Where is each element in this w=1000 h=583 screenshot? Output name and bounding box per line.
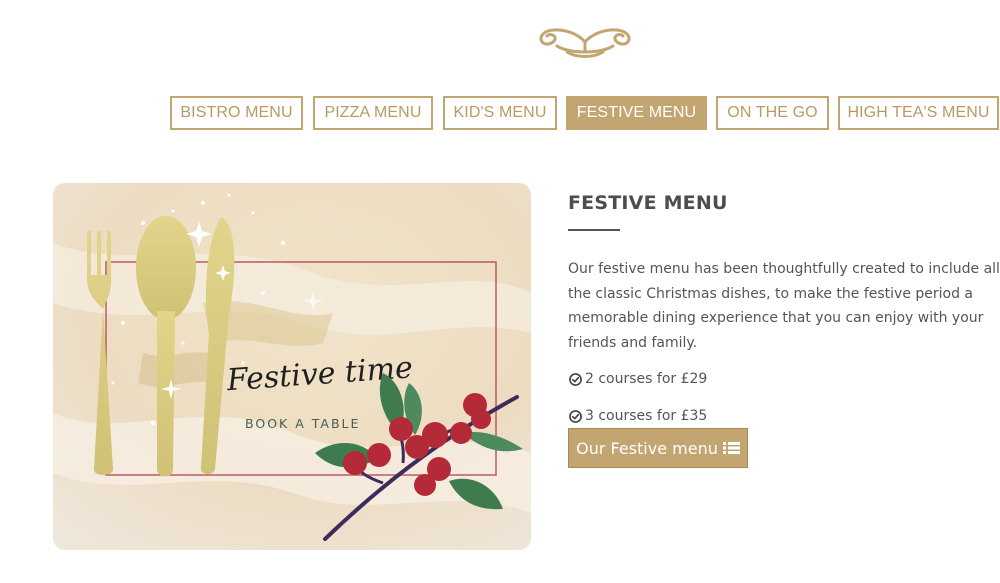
tab-label: KID'S MENU (453, 104, 547, 121)
tab-high-teas-menu[interactable]: HIGH TEA'S MENU (838, 96, 999, 130)
course-text: 2 courses for £29 (585, 371, 708, 387)
tab-pizza-menu[interactable]: PIZZA MENU (313, 96, 433, 130)
section-description: Our festive menu has been thoughtfully c… (568, 261, 1000, 351)
tab-label: BISTRO MENU (180, 104, 293, 121)
course-option: 3 courses for £35 (568, 406, 1000, 426)
tab-kids-menu[interactable]: KID'S MENU (443, 96, 557, 130)
festive-feature-image[interactable]: Festive time BOOK A TABLE (53, 183, 531, 550)
course-text: 3 courses for £35 (585, 408, 708, 424)
tab-label: HIGH TEA'S MENU (847, 104, 990, 121)
button-label: Our Festive menu (576, 438, 718, 458)
title-underline (568, 229, 620, 231)
check-circle-icon (569, 409, 582, 423)
tab-bistro-menu[interactable]: BISTRO MENU (170, 96, 303, 130)
tab-label: FESTIVE MENU (576, 104, 697, 121)
tab-festive-menu[interactable]: FESTIVE MENU (566, 96, 707, 130)
tab-on-the-go[interactable]: ON THE GO (716, 96, 829, 130)
book-a-table-text[interactable]: BOOK A TABLE (245, 416, 360, 431)
course-option: 2 courses for £29 (568, 369, 1000, 389)
our-festive-menu-button[interactable]: Our Festive menu (568, 428, 748, 468)
ornamental-flourish-icon (539, 28, 631, 58)
list-icon (722, 442, 740, 454)
check-circle-icon (569, 372, 582, 386)
festive-menu-section: FESTIVE MENU Our festive menu has been t… (568, 186, 1000, 468)
tab-label: ON THE GO (727, 104, 818, 121)
tab-label: PIZZA MENU (324, 104, 422, 121)
section-title: FESTIVE MENU (568, 192, 728, 214)
